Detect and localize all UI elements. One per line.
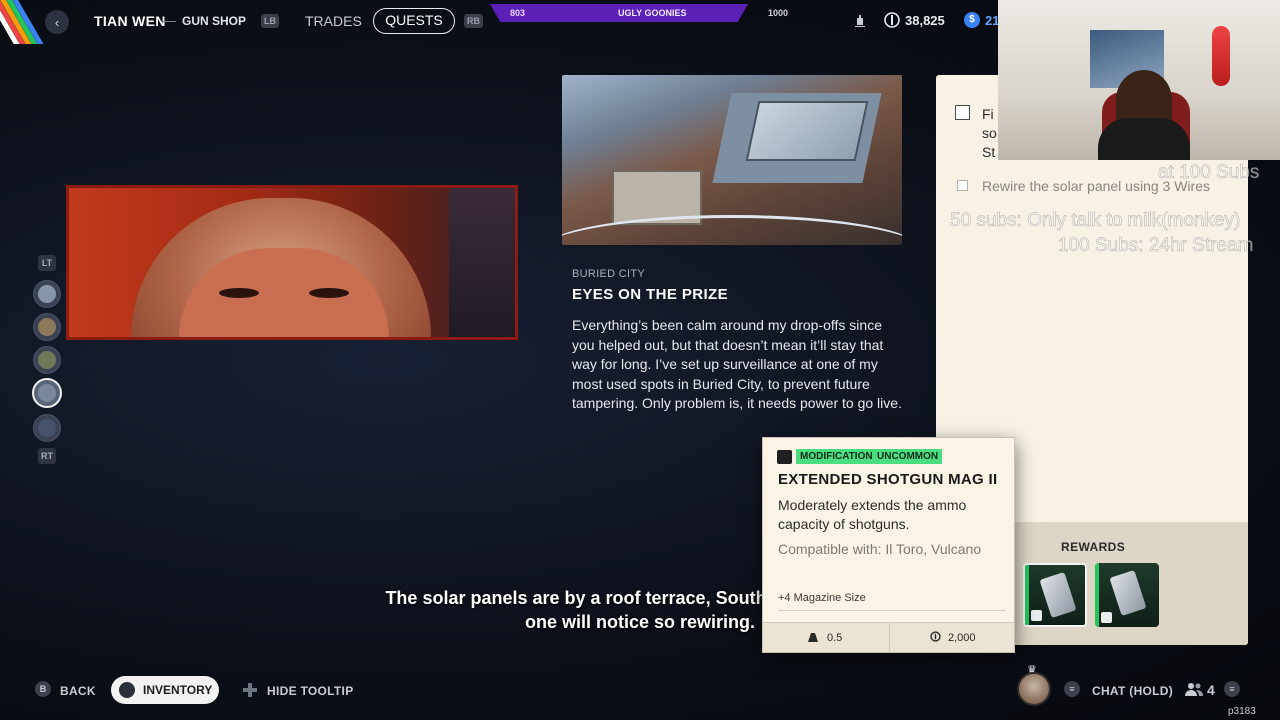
menu-button-icon: ≡ [1064, 681, 1080, 697]
streamer-webcam [998, 0, 1280, 160]
inventory-button[interactable]: INVENTORY [111, 676, 219, 704]
quest-description: Everything’s been calm around my drop-of… [572, 317, 902, 411]
vendor-portrait [66, 185, 518, 340]
party-count: 4 [1207, 682, 1216, 698]
rt-button-hint: RT [38, 448, 56, 464]
quest-thumb-3[interactable] [33, 346, 61, 374]
options-button-icon[interactable]: ≡ [1224, 681, 1240, 697]
inventory-icon [119, 682, 135, 698]
vendor-separator: — [163, 13, 176, 28]
tab-quests[interactable]: QUESTS [373, 8, 455, 34]
item-price: 2,000 [948, 632, 976, 644]
stream-goal-1: at 100 Subs [1158, 162, 1260, 184]
lt-button-hint: LT [38, 255, 56, 271]
vendor-shop-type: GUN SHOP [182, 14, 247, 28]
brand-stripes [0, 0, 46, 44]
faction-name: UGLY GOONIES [618, 8, 687, 18]
coin-balance: 38,825 [905, 13, 945, 28]
faction-level-right: 1000 [768, 8, 789, 18]
price-coin-icon [930, 623, 941, 653]
dpad-icon [242, 682, 258, 698]
mod-tag-icon [1031, 610, 1042, 621]
quest-thumb-4[interactable] [32, 378, 62, 408]
item-stat: +4 Magazine Size [778, 592, 866, 604]
hide-tooltip-button[interactable]: HIDE TOOLTIP [267, 684, 354, 698]
mod-tag-icon [1101, 612, 1112, 623]
quest-title: EYES ON THE PRIZE [572, 286, 728, 303]
item-description: Moderately extends the ammo capacity of … [778, 497, 967, 532]
microphone [1212, 26, 1230, 86]
vendor-name: TIAN WEN [94, 13, 166, 29]
faction-progress: 803 UGLY GOONIES [490, 4, 750, 22]
stream-goal-3: 100 Subs: 24hr Stream [1058, 235, 1254, 257]
party-icon[interactable] [1184, 681, 1204, 697]
item-weight: 0.5 [827, 632, 843, 644]
weight-icon [808, 623, 818, 653]
stream-goal-2: 50 subs: Only talk to milk(monkey) [950, 210, 1241, 232]
quest-thumb-5[interactable] [33, 414, 61, 442]
game-screen: ‹ TIAN WEN — GUN SHOP LB TRADES QUESTS R… [0, 0, 1280, 720]
objective-checkbox-1 [955, 105, 970, 120]
rewards-label: REWARDS [1061, 540, 1126, 554]
reward-item-2[interactable] [1095, 563, 1159, 627]
quest-image [562, 75, 902, 245]
back-button[interactable]: BACK [60, 684, 96, 698]
item-compatibility: Compatible with: Il Toro, Vulcano [778, 541, 982, 557]
tooltip-footer: 0.5 2,000 [763, 622, 1014, 653]
quest-location: BURIED CITY [572, 268, 645, 280]
stream-watermark: p3183 [1228, 706, 1256, 717]
mod-category-icon [777, 450, 792, 464]
b-button-hint: B [35, 681, 51, 697]
crafting-icon[interactable] [852, 13, 868, 29]
objective-checkbox-2 [957, 180, 968, 191]
category-badge: MODIFICATION [796, 449, 877, 464]
tab-trades[interactable]: TRADES [305, 13, 362, 29]
faction-level-left: 803 [510, 8, 526, 18]
quest-thumb-1[interactable] [33, 280, 61, 308]
item-title: EXTENDED SHOTGUN MAG II [778, 471, 998, 488]
token-icon: $ [964, 12, 980, 28]
item-tooltip: MODIFICATION UNCOMMON EXTENDED SHOTGUN M… [762, 437, 1015, 653]
rarity-badge: UNCOMMON [873, 449, 943, 464]
coin-icon [884, 12, 900, 28]
inventory-label: INVENTORY [143, 683, 213, 697]
reward-item-1[interactable] [1023, 563, 1087, 627]
rb-button-hint: RB [464, 14, 483, 28]
quest-thumb-2[interactable] [33, 313, 61, 341]
chat-button[interactable]: CHAT (HOLD) [1092, 684, 1173, 698]
player-avatar[interactable] [1017, 672, 1051, 706]
lb-button-hint: LB [261, 14, 279, 28]
back-chevron-icon[interactable]: ‹ [45, 10, 69, 34]
